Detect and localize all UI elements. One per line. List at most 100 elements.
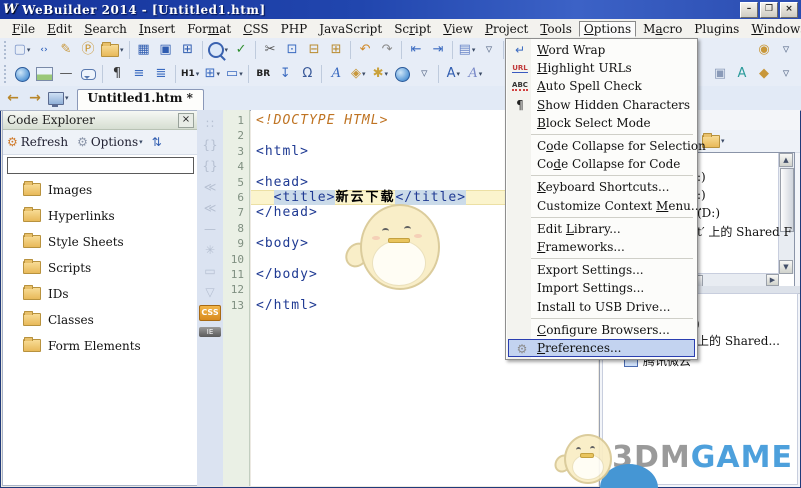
menu-item-frameworks[interactable]: Frameworks... xyxy=(507,238,696,256)
menu-item-show-hidden-characters[interactable]: ¶ Show Hidden Characters xyxy=(507,96,696,114)
menu-tools[interactable]: Tools xyxy=(535,21,577,37)
tree-item-hyperlinks[interactable]: Hyperlinks xyxy=(23,207,198,224)
search-icon[interactable]: ▾ xyxy=(207,40,230,60)
table-icon[interactable]: ⊞ ▾ xyxy=(202,64,222,84)
spell-check-icon[interactable]: ✓ xyxy=(231,40,251,60)
sort-icon[interactable]: ⇅ xyxy=(152,135,165,149)
menu-javascript[interactable]: JavaScript xyxy=(314,21,387,37)
edit-page-icon[interactable]: ✎ xyxy=(56,40,76,60)
file-list-item[interactable]: t′ 上的 Shared F xyxy=(697,223,792,240)
menu-search[interactable]: Search xyxy=(79,21,132,37)
file-list-item[interactable]: 上的 Shared... xyxy=(697,332,780,349)
menu-options[interactable]: Options xyxy=(578,20,637,37)
menu-item-customize-context-menu[interactable]: Customize Context Menu... xyxy=(507,197,702,215)
braces2-icon[interactable]: {} xyxy=(202,156,217,177)
browser-preview-icon[interactable] xyxy=(392,64,412,84)
scroll-down-icon[interactable]: ▼ xyxy=(779,260,793,274)
find-in-files-icon[interactable]: ◉ xyxy=(754,40,774,60)
special-char-icon[interactable]: Ω xyxy=(297,64,317,84)
menu-windows[interactable]: Windows xyxy=(746,21,801,37)
highlight-color-icon[interactable]: A xyxy=(732,64,752,84)
tree-item-ids[interactable]: IDs xyxy=(23,285,198,302)
form-icon[interactable]: ▣ xyxy=(710,64,730,84)
anchor-icon[interactable]: ↧ xyxy=(275,64,295,84)
tree-item-scripts[interactable]: Scripts xyxy=(23,259,198,276)
indent-icon[interactable]: ⇥ xyxy=(428,40,448,60)
menu-item-code-collapse-for-selection[interactable]: Code Collapse for Selection xyxy=(507,137,706,155)
cut-icon[interactable]: ✂ xyxy=(260,40,280,60)
menu-insert[interactable]: Insert xyxy=(134,21,180,37)
menu-item-word-wrap[interactable]: ↵ Word Wrap xyxy=(507,41,696,59)
redo-icon[interactable]: ↷ xyxy=(377,40,397,60)
save-copy-icon[interactable]: ▣ xyxy=(156,40,176,60)
panel-close-icon[interactable]: × xyxy=(178,112,194,128)
image-icon[interactable] xyxy=(34,64,54,84)
open-html-icon[interactable]: ‹› xyxy=(34,40,54,60)
fill-color-icon[interactable]: ◆ xyxy=(754,64,774,84)
menu-item-export-settings[interactable]: Export Settings... xyxy=(507,261,696,279)
menu-view[interactable]: View xyxy=(438,21,478,37)
toolbar-grip[interactable] xyxy=(3,65,8,83)
save-icon[interactable]: ▦ xyxy=(134,40,154,60)
frame-icon[interactable]: ▭ xyxy=(204,261,215,282)
guillemet-icon[interactable]: ≪ xyxy=(204,177,217,198)
nav-back-icon[interactable]: ← xyxy=(3,88,23,108)
toolbar-grip[interactable] xyxy=(3,41,8,59)
tree-item-images[interactable]: Images xyxy=(23,181,198,198)
layout-view-icon[interactable]: ▤ ▾ xyxy=(457,40,477,60)
save-all-icon[interactable]: ⊞ xyxy=(178,40,198,60)
tab-untitled1[interactable]: Untitled1.htm * xyxy=(76,89,204,110)
rule-icon[interactable]: — xyxy=(204,219,216,240)
guillemet2-icon[interactable]: ≪ xyxy=(204,198,217,219)
tag-icon[interactable]: ◈ ▾ xyxy=(348,64,368,84)
menu-item-keyboard-shortcuts[interactable]: Keyboard Shortcuts... xyxy=(507,178,696,196)
open-folder-icon[interactable]: ▾ xyxy=(100,40,125,60)
nav-forward-icon[interactable]: → xyxy=(25,88,45,108)
menu-item-preferences[interactable]: ⚙ Preferences... xyxy=(508,338,695,357)
menu-item-block-select-mode[interactable]: Block Select Mode xyxy=(507,114,696,132)
tree-item-style-sheets[interactable]: Style Sheets xyxy=(23,233,198,250)
div-icon[interactable]: ▭ ▾ xyxy=(224,64,244,84)
close-button[interactable]: × xyxy=(780,1,798,18)
minimize-button[interactable]: – xyxy=(740,1,758,18)
tree-item-form-elements[interactable]: Form Elements xyxy=(23,337,198,354)
copy-icon[interactable]: ⊡ xyxy=(282,40,302,60)
menu-item-highlight-urls[interactable]: URL Highlight URLs xyxy=(507,59,696,77)
menu-item-import-settings[interactable]: Import Settings... xyxy=(507,279,696,297)
sparkle-icon[interactable]: ✳ xyxy=(205,240,215,261)
explorer-options-button[interactable]: ⚙ Options ▾ xyxy=(77,135,143,149)
braces-icon[interactable]: {} xyxy=(202,135,217,156)
explorer-filter-input[interactable] xyxy=(7,157,194,174)
bullet-list-icon[interactable]: ≡ xyxy=(129,64,149,84)
menu-script[interactable]: Script xyxy=(389,21,436,37)
menu-edit[interactable]: Edit xyxy=(42,21,77,37)
vertical-scrollbar[interactable]: ▲ ▼ xyxy=(778,153,794,274)
tree-item-classes[interactable]: Classes xyxy=(23,311,198,328)
menu-plugins[interactable]: Plugins xyxy=(689,21,744,37)
restore-button[interactable]: ❐ xyxy=(760,1,778,18)
toolbar-overflow-icon[interactable]: ▿ xyxy=(479,40,499,60)
undo-icon[interactable]: ↶ xyxy=(355,40,375,60)
menu-item-configure-browsers[interactable]: Configure Browsers... xyxy=(507,321,696,339)
font-icon[interactable]: A xyxy=(326,64,346,84)
font-color-icon[interactable]: A ▾ xyxy=(443,64,463,84)
toolbar-overflow-icon[interactable]: ▿ xyxy=(776,64,796,84)
css-badge-icon[interactable]: CSS xyxy=(199,305,221,321)
numbered-list-icon[interactable]: ≣ xyxy=(151,64,171,84)
scroll-right-icon[interactable]: ▶ xyxy=(766,274,779,286)
ie-badge-icon[interactable]: IE xyxy=(199,327,221,337)
comment-icon[interactable] xyxy=(78,64,98,84)
toolbar-overflow-icon[interactable]: ▿ xyxy=(776,40,796,60)
menu-format[interactable]: Format xyxy=(182,21,236,37)
refresh-button[interactable]: ⚙ Refresh xyxy=(7,135,68,149)
menu-item-code-collapse-for-code[interactable]: Code Collapse for Code xyxy=(507,155,696,173)
scroll-up-icon[interactable]: ▲ xyxy=(779,153,793,167)
menu-item-install-to-usb-drive[interactable]: Install to USB Drive... xyxy=(507,297,696,315)
php-page-icon[interactable]: Ⓟ xyxy=(78,40,98,60)
snippet-dots-icon[interactable]: ∷ xyxy=(206,114,214,135)
file-list-item[interactable]: :) xyxy=(697,170,706,184)
paste-special-icon[interactable]: ⊞ xyxy=(326,40,346,60)
heading-icon[interactable]: H1 ▾ xyxy=(180,64,200,84)
paste-icon[interactable]: ⊟ xyxy=(304,40,324,60)
br-icon[interactable]: BR xyxy=(253,64,273,84)
